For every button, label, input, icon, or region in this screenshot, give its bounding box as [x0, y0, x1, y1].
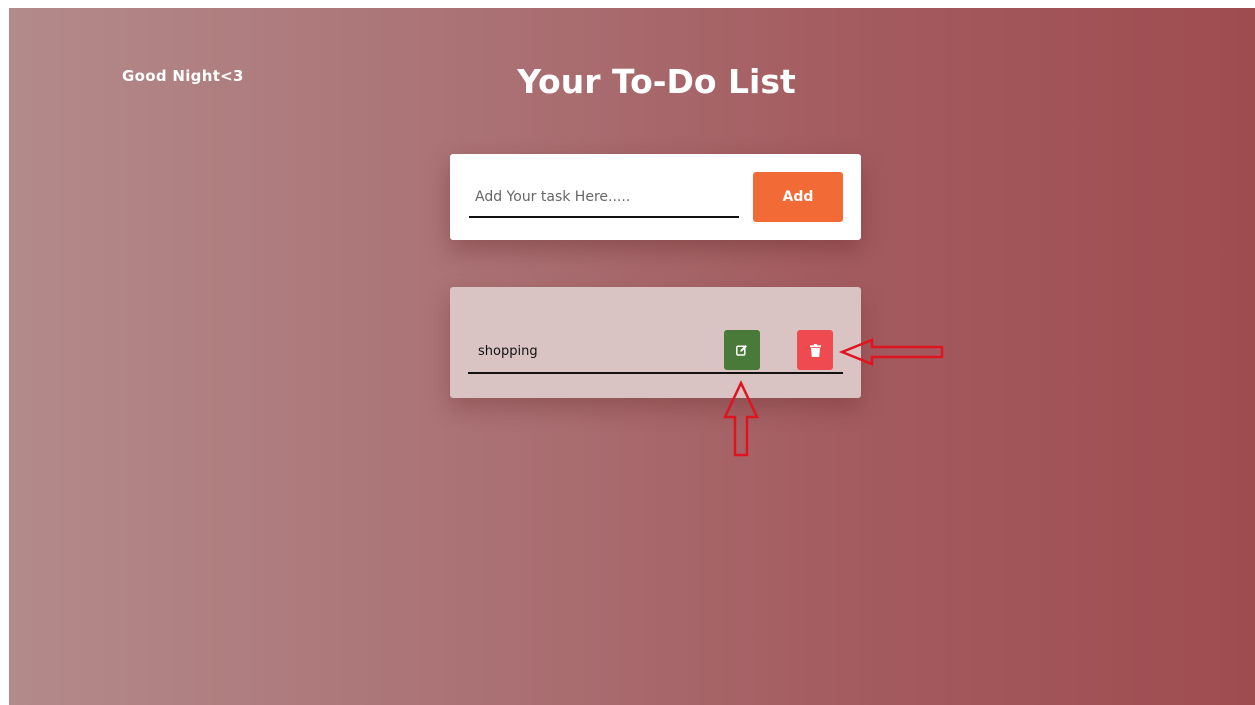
edit-icon — [736, 345, 747, 356]
page-title: Your To-Do List — [517, 62, 796, 101]
task-input[interactable] — [469, 178, 739, 218]
task-item: shopping — [468, 329, 843, 374]
task-text: shopping — [478, 344, 538, 359]
trash-icon — [809, 343, 821, 357]
delete-button[interactable] — [797, 330, 833, 370]
add-button[interactable]: Add — [753, 172, 843, 222]
app-background: Good Night<3 Your To-Do List Add shoppin… — [9, 8, 1255, 705]
edit-button[interactable] — [724, 330, 760, 370]
add-task-card: Add — [450, 154, 861, 240]
task-list: shopping — [450, 287, 861, 398]
arrow-up-annotation-icon — [723, 380, 759, 457]
arrow-left-annotation-icon — [839, 338, 944, 366]
